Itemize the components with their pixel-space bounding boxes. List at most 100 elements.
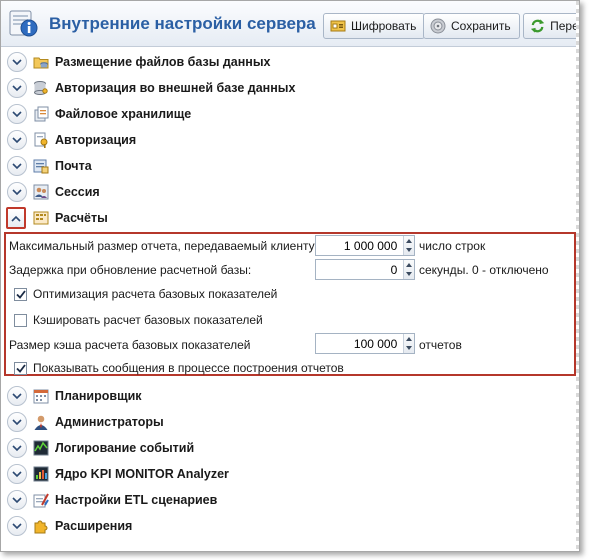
update-delay-input[interactable] <box>316 260 404 279</box>
max-report-size-stepper[interactable] <box>315 235 415 256</box>
optimize-base-indicators-label: Оптимизация расчета базовых показателей <box>33 287 278 301</box>
section-extensions[interactable]: Расширения <box>1 514 561 538</box>
chevron-down-icon <box>12 522 22 529</box>
chevron-down-icon <box>12 162 22 169</box>
arrow-up-icon <box>406 262 413 267</box>
expand-button[interactable] <box>7 78 27 98</box>
chevron-up-icon <box>11 215 21 222</box>
decrement-button[interactable] <box>404 270 414 280</box>
cache-size-unit: отчетов <box>419 338 462 352</box>
scheduler-icon <box>33 389 49 404</box>
arrow-up-icon <box>406 336 413 341</box>
section-label: Файловое хранилище <box>55 107 192 121</box>
folder-database-icon <box>33 57 49 69</box>
section-external-db-auth[interactable]: Авторизация во внешней базе данных <box>1 76 561 100</box>
increment-button[interactable] <box>404 334 414 344</box>
checkmark-icon <box>15 363 26 373</box>
max-report-size-input[interactable] <box>316 236 404 255</box>
checkbox-box[interactable] <box>14 361 27 375</box>
arrow-down-icon <box>406 346 413 351</box>
encrypt-icon <box>330 20 346 32</box>
mail-icon <box>33 159 49 174</box>
authorization-key-icon <box>34 132 48 148</box>
save-button[interactable]: Сохранить <box>423 13 520 39</box>
chevron-down-icon <box>12 444 22 451</box>
database-key-icon <box>34 81 48 95</box>
expand-button[interactable] <box>7 386 27 406</box>
section-calculations[interactable]: Расчёты <box>1 206 561 230</box>
calculations-settings-panel: Максимальный размер отчета, передаваемый… <box>4 232 576 376</box>
chevron-down-icon <box>12 392 22 399</box>
cache-size-stepper[interactable] <box>315 333 415 354</box>
encrypt-button-label: Шифровать <box>351 19 417 33</box>
decrement-button[interactable] <box>404 344 414 354</box>
section-label: Логирование событий <box>55 441 195 455</box>
show-report-messages-checkbox[interactable]: Показывать сообщения в процессе построен… <box>14 361 344 375</box>
decrement-button[interactable] <box>404 246 414 256</box>
restart-button-label: Перез <box>550 19 579 33</box>
section-authorization[interactable]: Авторизация <box>1 128 561 152</box>
arrow-up-icon <box>406 238 413 243</box>
chevron-down-icon <box>12 110 22 117</box>
increment-button[interactable] <box>404 260 414 270</box>
save-button-label: Сохранить <box>451 19 511 33</box>
section-label: Сессия <box>55 185 100 199</box>
expand-button[interactable] <box>7 182 27 202</box>
administrator-icon <box>34 415 48 430</box>
encrypt-button[interactable]: Шифровать <box>323 13 426 39</box>
expand-button[interactable] <box>7 156 27 176</box>
section-scheduler[interactable]: Планировщик <box>1 384 561 408</box>
event-log-icon <box>33 440 49 456</box>
restart-button[interactable]: Перез <box>523 13 579 39</box>
expand-button[interactable] <box>7 490 27 510</box>
cache-size-input[interactable] <box>316 334 404 353</box>
chevron-down-icon <box>12 188 22 195</box>
section-mail[interactable]: Почта <box>1 154 561 178</box>
section-file-storage[interactable]: Файловое хранилище <box>1 102 561 126</box>
refresh-icon <box>530 19 545 33</box>
app-info-icon <box>9 10 38 37</box>
collapse-button[interactable] <box>6 207 26 229</box>
section-label: Планировщик <box>55 389 142 403</box>
expand-button[interactable] <box>7 464 27 484</box>
section-label: Ядро KPI MONITOR Analyzer <box>55 467 229 481</box>
expand-button[interactable] <box>7 516 27 536</box>
update-delay-label: Задержка при обновление расчетной базы: <box>9 263 252 277</box>
section-analyzer-core[interactable]: Ядро KPI MONITOR Analyzer <box>1 462 561 486</box>
optimize-base-indicators-checkbox[interactable]: Оптимизация расчета базовых показателей <box>14 287 277 301</box>
expand-button[interactable] <box>7 130 27 150</box>
update-delay-stepper[interactable] <box>315 259 415 280</box>
chevron-down-icon <box>12 58 22 65</box>
expand-button[interactable] <box>7 412 27 432</box>
section-session[interactable]: Сессия <box>1 180 561 204</box>
save-icon <box>430 18 446 34</box>
max-report-size-label: Максимальный размер отчета, передаваемый… <box>9 239 318 253</box>
expand-button[interactable] <box>7 104 27 124</box>
show-report-messages-label: Показывать сообщения в процессе построен… <box>33 361 344 375</box>
header-bar: Внутренние настройки сервера Шифровать С… <box>1 1 579 47</box>
increment-button[interactable] <box>404 236 414 246</box>
arrow-down-icon <box>406 272 413 277</box>
session-users-icon <box>33 184 49 200</box>
arrow-down-icon <box>406 248 413 253</box>
section-label: Настройки ETL сценариев <box>55 493 218 507</box>
section-event-logging[interactable]: Логирование событий <box>1 436 561 460</box>
settings-window: Внутренние настройки сервера Шифровать С… <box>0 0 580 552</box>
file-storage-icon <box>34 106 49 122</box>
chevron-down-icon <box>12 470 22 477</box>
page-title: Внутренние настройки сервера <box>49 14 316 33</box>
checkbox-box[interactable] <box>14 313 27 327</box>
chevron-down-icon <box>12 136 22 143</box>
expand-button[interactable] <box>7 438 27 458</box>
section-label: Администраторы <box>55 415 164 429</box>
checkbox-box[interactable] <box>14 287 27 301</box>
section-file-locations[interactable]: Размещение файлов базы данных <box>1 50 561 74</box>
calculations-icon <box>33 211 49 225</box>
section-etl-settings[interactable]: Настройки ETL сценариев <box>1 488 561 512</box>
section-label: Расширения <box>55 519 133 533</box>
section-administrators[interactable]: Администраторы <box>1 410 561 434</box>
checkmark-icon <box>15 289 26 299</box>
expand-button[interactable] <box>7 52 27 72</box>
cache-base-indicators-checkbox[interactable]: Кэшировать расчет базовых показателей <box>14 313 263 327</box>
section-label: Авторизация <box>55 133 137 147</box>
